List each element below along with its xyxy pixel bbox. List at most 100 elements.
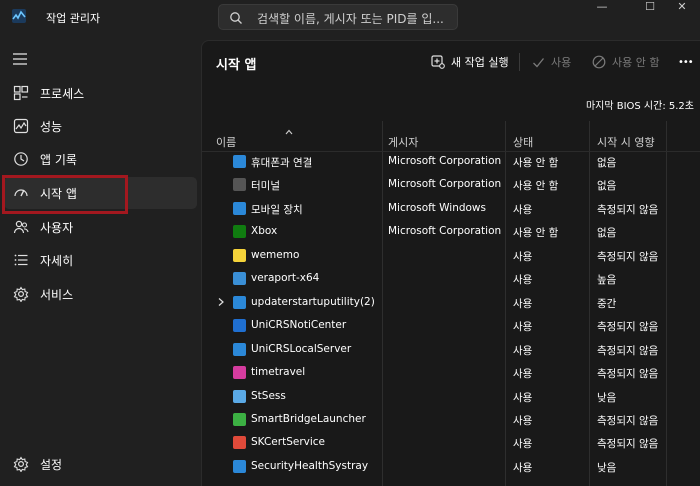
new-task-icon [431, 55, 445, 69]
settings-gear-icon [13, 456, 29, 472]
updater-icon [233, 295, 246, 309]
table-row[interactable]: Xbox Microsoft Corporation 사용 안 함 없음 [202, 221, 700, 244]
hamburger-menu-icon[interactable] [12, 52, 28, 66]
sidebar-item-label: 프로세스 [40, 87, 85, 101]
bios-time-label: 마지막 BIOS 시간: [585, 101, 666, 112]
sidebar: 프로세스 성능 앱 기록 시작 앱 사용자 자세히 서비스 설정 [0, 34, 200, 486]
cell-status: 사용 [513, 414, 533, 427]
page-title: 시작 앱 [216, 58, 257, 73]
title-bar: 작업 관리자 검색할 이름, 게시자 또는 PID를 입... — ☐ ✕ [0, 0, 700, 34]
cell-name: SecurityHealthSystray [251, 459, 369, 472]
cell-name: SmartBridgeLauncher [251, 412, 366, 425]
performance-icon [13, 118, 29, 134]
cell-name: 모바일 장치 [251, 203, 303, 216]
run-new-task-label: 새 작업 실행 [451, 56, 509, 69]
cell-status: 사용 [513, 461, 533, 474]
cell-publisher: Microsoft Corporation [388, 225, 502, 238]
table-row[interactable]: StSess 사용 낮음 [202, 386, 700, 409]
sort-ascending-icon [285, 129, 293, 135]
processes-icon [13, 85, 29, 101]
cell-name: Xbox [251, 225, 278, 238]
cell-status: 사용 [513, 203, 533, 216]
unicrs-noti-icon [233, 319, 246, 333]
table-row[interactable]: 터미널 Microsoft Corporation 사용 안 함 없음 [202, 174, 700, 197]
cell-name: timetravel [251, 366, 306, 379]
cell-startup-impact: 낮음 [597, 461, 617, 474]
table-row[interactable]: veraport-x64 사용 높음 [202, 268, 700, 291]
sidebar-item-app-history[interactable]: 앱 기록 [4, 143, 197, 175]
cell-startup-impact: 없음 [597, 227, 617, 240]
terminal-icon [233, 178, 246, 192]
skcert-icon [233, 436, 246, 450]
column-header-publisher[interactable]: 게시자 [388, 134, 418, 150]
cell-startup-impact: 측정되지 않음 [597, 368, 659, 381]
more-options-button[interactable]: ••• [678, 51, 694, 73]
sidebar-item-label: 자세히 [40, 254, 74, 268]
cell-startup-impact: 높음 [597, 274, 617, 287]
stsess-icon [233, 389, 246, 403]
search-input[interactable]: 검색할 이름, 게시자 또는 PID를 입... [257, 10, 444, 27]
sidebar-item-users[interactable]: 사용자 [4, 211, 197, 243]
column-header-startup-impact[interactable]: 시작 시 영향 [597, 134, 655, 150]
close-button[interactable]: ✕ [662, 0, 700, 16]
smartbridge-icon [233, 412, 246, 426]
table-row[interactable]: SmartBridgeLauncher 사용 측정되지 않음 [202, 409, 700, 432]
sidebar-item-settings[interactable]: 설정 [4, 448, 197, 480]
cell-status: 사용 [513, 297, 533, 310]
cell-startup-impact: 중간 [597, 297, 617, 310]
enable-button[interactable]: 사용 [532, 51, 571, 73]
run-new-task-button[interactable]: 새 작업 실행 [431, 51, 509, 73]
sidebar-item-performance[interactable]: 성능 [4, 110, 197, 142]
disable-button[interactable]: 사용 안 함 [592, 51, 659, 73]
chevron-right-icon[interactable] [217, 297, 225, 307]
table-row[interactable]: wememo 사용 측정되지 않음 [202, 245, 700, 268]
cell-name: SKCertService [251, 436, 326, 449]
cell-status: 사용 [513, 391, 533, 404]
cell-startup-impact: 측정되지 않음 [597, 321, 659, 334]
cell-name: 휴대폰과 연결 [251, 157, 313, 169]
table-row[interactable]: timetravel 사용 측정되지 않음 [202, 362, 700, 385]
table-row[interactable]: 휴대폰과 연결 Microsoft Corporation 사용 안 함 없음 [202, 151, 700, 174]
table-row[interactable]: SKCertService 사용 측정되지 않음 [202, 432, 700, 455]
sidebar-item-label: 서비스 [40, 288, 74, 302]
cell-startup-impact: 측정되지 않음 [597, 414, 659, 427]
highlight-annotation-box [2, 175, 128, 214]
cell-publisher: Microsoft Corporation [388, 178, 502, 191]
cell-status: 사용 [513, 321, 533, 334]
cell-publisher: Microsoft Corporation [388, 155, 502, 167]
app-history-icon [14, 152, 28, 166]
table-header: 이름 게시자 상태 시작 시 영향 [202, 128, 700, 152]
xbox-icon [233, 225, 246, 239]
sidebar-item-label: 사용자 [40, 221, 74, 235]
cell-status: 사용 안 함 [513, 227, 559, 240]
cell-name: UniCRSLocalServer [251, 342, 352, 355]
table-row[interactable]: updaterstartuputility(2) 사용 중간 [202, 292, 700, 315]
cell-startup-impact: 측정되지 않음 [597, 250, 659, 263]
column-header-status[interactable]: 상태 [513, 134, 533, 150]
disable-label: 사용 안 함 [612, 56, 660, 69]
veraport-icon [233, 272, 246, 286]
unicrs-server-icon [233, 342, 246, 356]
checkmark-icon [533, 57, 545, 67]
column-header-name[interactable]: 이름 [216, 134, 236, 150]
table-row[interactable]: 모바일 장치 Microsoft Windows 사용 측정되지 않음 [202, 198, 700, 221]
table-row[interactable]: UniCRSNotiCenter 사용 측정되지 않음 [202, 315, 700, 338]
sidebar-item-details[interactable]: 자세히 [4, 244, 197, 276]
cell-startup-impact: 측정되지 않음 [597, 203, 659, 216]
sidebar-item-label: 앱 기록 [40, 153, 77, 167]
table-row[interactable]: SecurityHealthSystray 사용 낮음 [202, 456, 700, 479]
phone-link-icon [233, 155, 246, 168]
settings-label: 설정 [40, 458, 63, 472]
services-icon [13, 286, 29, 302]
memo-icon [233, 248, 246, 262]
cell-name: updaterstartuputility(2) [251, 295, 375, 308]
cell-name: UniCRSNotiCenter [251, 319, 347, 332]
task-manager-icon [12, 9, 26, 23]
minimize-button[interactable]: — [582, 0, 622, 16]
sidebar-item-processes[interactable]: 프로세스 [4, 77, 197, 109]
table-row[interactable]: UniCRSLocalServer 사용 측정되지 않음 [202, 339, 700, 362]
search-box[interactable]: 검색할 이름, 게시자 또는 PID를 입... [218, 4, 458, 30]
app-title: 작업 관리자 [46, 12, 101, 25]
sidebar-item-services[interactable]: 서비스 [4, 278, 197, 310]
cell-startup-impact: 없음 [597, 180, 617, 193]
